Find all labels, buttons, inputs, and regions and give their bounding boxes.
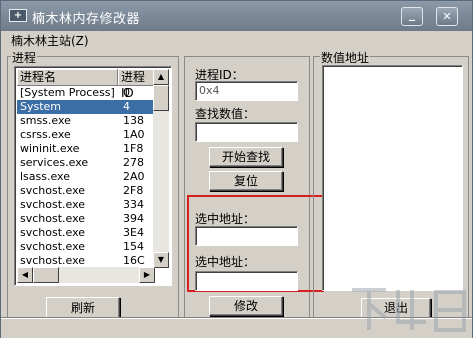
scroll-up-icon[interactable]: ▲ — [153, 69, 169, 85]
close-button[interactable]: ✕ — [436, 7, 458, 26]
modify-button[interactable]: 修改 — [209, 296, 283, 316]
process-name: csrss.exe — [20, 128, 71, 141]
process-id: 1F8 — [123, 142, 144, 155]
process-id: 3E4 — [123, 226, 144, 239]
process-row[interactable]: smss.exe 138 — [17, 114, 155, 128]
watermark-logo — [352, 288, 466, 332]
process-group-label: 进程 — [11, 49, 38, 66]
process-list-vscroll[interactable]: ▲ ▼ — [153, 69, 169, 268]
menu-bar: 楠木林主站(Z) — [1, 31, 472, 48]
process-id: 334 — [123, 198, 144, 211]
scroll-down-icon[interactable]: ▼ — [153, 252, 169, 268]
process-name: svchost.exe — [20, 198, 86, 211]
process-row[interactable]: System 4 — [17, 100, 155, 114]
title-bar[interactable]: + 楠木林内存修改器 _ ✕ — [1, 1, 472, 31]
app-window: + 楠木林内存修改器 _ ✕ 楠木林主站(Z) 进程 进程名 进程ID [Sys… — [0, 0, 473, 338]
process-row[interactable]: [System Process] 0 — [17, 86, 155, 100]
process-id: 2A0 — [123, 170, 145, 183]
hscroll-thumb[interactable] — [33, 267, 59, 283]
process-row[interactable]: svchost.exe 154 — [17, 240, 155, 254]
process-id: 1A0 — [123, 128, 145, 141]
process-name: svchost.exe — [20, 212, 86, 225]
process-id: 154 — [123, 240, 144, 253]
process-row[interactable]: services.exe 278 — [17, 156, 155, 170]
process-row[interactable]: csrss.exe 1A0 — [17, 128, 155, 142]
process-id: 0 — [123, 86, 130, 99]
selected-address-field-1[interactable] — [195, 226, 298, 246]
address-list[interactable] — [322, 65, 463, 291]
column-header-name[interactable]: 进程名 — [17, 69, 118, 86]
app-icon: + — [9, 9, 27, 22]
address-group-label: 数值地址 — [320, 49, 371, 66]
process-id: 138 — [123, 114, 144, 127]
process-id: 278 — [123, 156, 144, 169]
process-id: 16C — [123, 254, 145, 267]
scroll-right-icon[interactable]: ▶ — [139, 267, 155, 283]
process-list-hscroll[interactable]: ◀ ▶ — [17, 267, 155, 283]
selected-address-label-2: 选中地址： — [195, 255, 256, 269]
process-row[interactable]: svchost.exe 394 — [17, 212, 155, 226]
process-name: [System Process] — [20, 86, 115, 99]
reset-button[interactable]: 复位 — [209, 171, 283, 191]
process-name: lsass.exe — [20, 170, 70, 183]
process-name: services.exe — [20, 156, 89, 169]
process-row[interactable]: svchost.exe 16C — [17, 254, 155, 268]
menu-item-site[interactable]: 楠木林主站(Z) — [11, 32, 89, 49]
column-header-pid[interactable]: 进程ID — [118, 69, 155, 100]
process-row[interactable]: svchost.exe 2F8 — [17, 184, 155, 198]
refresh-button[interactable]: 刷新 — [46, 297, 120, 319]
window-title: 楠木林内存修改器 — [32, 12, 141, 27]
process-name: svchost.exe — [20, 184, 86, 197]
minimize-button[interactable]: _ — [401, 7, 423, 26]
process-name: System — [20, 100, 62, 113]
selected-address-label-1: 选中地址： — [195, 212, 256, 226]
scroll-thumb[interactable] — [153, 85, 169, 111]
search-value-field[interactable] — [195, 122, 298, 142]
process-row[interactable]: wininit.exe 1F8 — [17, 142, 155, 156]
process-name: smss.exe — [20, 114, 71, 127]
process-id: 4 — [123, 100, 130, 113]
process-name: svchost.exe — [20, 240, 86, 253]
process-row[interactable]: svchost.exe 334 — [17, 198, 155, 212]
selected-address-field-2[interactable] — [195, 271, 298, 291]
scroll-left-icon[interactable]: ◀ — [17, 267, 33, 283]
process-row[interactable]: lsass.exe 2A0 — [17, 170, 155, 184]
process-id-field[interactable]: 0x4 — [195, 81, 298, 101]
process-list-header: 进程名 进程ID — [17, 69, 155, 100]
process-name: wininit.exe — [20, 142, 80, 155]
process-name: svchost.exe — [20, 226, 86, 239]
start-search-button[interactable]: 开始查找 — [209, 147, 283, 167]
process-row[interactable]: svchost.exe 3E4 — [17, 226, 155, 240]
process-id: 394 — [123, 212, 144, 225]
process-list[interactable]: 进程名 进程ID [System Process] 0 System 4 smss.ex… — [14, 66, 172, 286]
process-name: svchost.exe — [20, 254, 86, 267]
process-id: 2F8 — [123, 184, 144, 197]
search-value-label: 查找数值： — [195, 107, 256, 121]
